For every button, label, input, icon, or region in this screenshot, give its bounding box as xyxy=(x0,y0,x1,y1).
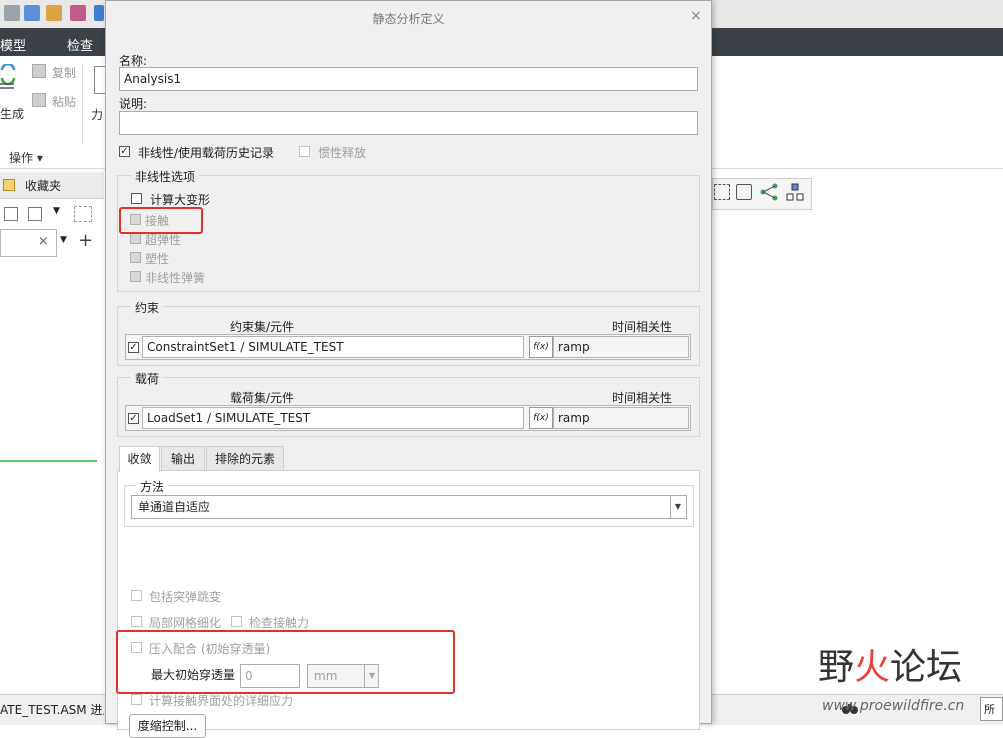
snap-through-checkbox[interactable] xyxy=(131,590,142,601)
inertia-relief-label: 惯性释放 xyxy=(318,146,367,160)
regenerate-large-icon[interactable] xyxy=(0,62,16,90)
nonlinear-spring-label: 非线性弹簧 xyxy=(145,271,206,285)
description-label: 说明: xyxy=(119,97,148,111)
description-input[interactable] xyxy=(119,111,698,135)
copy-icon[interactable] xyxy=(32,64,46,78)
forum-watermark: 野火论坛 xyxy=(818,647,963,688)
operations-group-label[interactable]: 操作 ▾ xyxy=(9,149,43,166)
save-icon[interactable] xyxy=(4,5,20,21)
snap-through-label: 包括突弹跳变 xyxy=(149,590,222,604)
press-fit-highlight-box xyxy=(116,630,455,694)
contact-highlight-box xyxy=(119,207,203,234)
local-mesh-checkbox[interactable] xyxy=(131,616,142,627)
check-contact-checkbox[interactable] xyxy=(231,616,242,627)
force-label[interactable]: 力 xyxy=(91,106,103,123)
constraint-checkbox[interactable]: ✓ xyxy=(128,342,139,353)
add-icon[interactable]: + xyxy=(78,230,93,251)
menu-inspect[interactable]: 检查 xyxy=(67,35,93,54)
model-tree-divider xyxy=(0,460,97,462)
inertia-relief-checkbox[interactable] xyxy=(299,146,310,157)
plasticity-label: 塑性 xyxy=(145,252,170,266)
favorites-tab-label: 收藏夹 xyxy=(25,179,62,193)
detailed-stress-label: 计算接触界面处的详细应力 xyxy=(149,694,294,708)
name-input[interactable]: Analysis1 xyxy=(119,67,698,91)
clear-search-icon[interactable]: × xyxy=(38,234,49,249)
filter-icon[interactable] xyxy=(74,206,92,222)
plasticity-checkbox[interactable] xyxy=(130,252,141,263)
display-style-icon[interactable] xyxy=(736,184,752,200)
loads-col-time: 时间相关性 xyxy=(612,391,673,405)
regenerate-icon[interactable] xyxy=(24,5,40,21)
loads-title: 载荷 xyxy=(131,370,164,387)
nonlinear-options-title: 非线性选项 xyxy=(131,168,200,185)
check-contact-label: 检查接触力 xyxy=(249,616,310,630)
constraints-title: 约束 xyxy=(131,299,164,316)
favorites-icon xyxy=(3,179,15,191)
function-icon[interactable]: f(x) xyxy=(529,407,553,429)
nonlinear-checkbox[interactable]: ✓ xyxy=(119,146,130,157)
dialog-title: 静态分析定义 xyxy=(372,12,445,26)
load-checkbox[interactable]: ✓ xyxy=(128,413,139,424)
edit-icon[interactable] xyxy=(70,5,86,21)
paste-icon[interactable] xyxy=(32,93,46,107)
ribbon-divider xyxy=(82,64,83,144)
nonlinear-label: 非线性/使用载荷历史记录 xyxy=(138,146,275,160)
constraints-col-set: 约束集/元件 xyxy=(230,320,295,334)
hyperelastic-checkbox[interactable] xyxy=(130,233,141,244)
detailed-stress-checkbox[interactable] xyxy=(131,694,142,705)
tab-output[interactable]: 输出 xyxy=(161,446,205,470)
chevron-down-icon[interactable]: ▼ xyxy=(670,496,685,518)
chevron-down-icon[interactable]: ▼ xyxy=(53,206,60,216)
status-message: ATE_TEST.ASM 进入 C xyxy=(0,703,104,717)
generate-label[interactable]: 生成 xyxy=(0,105,24,122)
method-dropdown[interactable]: 单通道自适应 xyxy=(131,495,687,519)
tree-settings-icon[interactable] xyxy=(28,207,42,221)
convergence-control-button[interactable]: 度缩控制... xyxy=(129,714,206,738)
copy-label: 复制 xyxy=(52,66,77,80)
assembly-icon[interactable] xyxy=(786,183,804,201)
tab-convergence[interactable]: 收敛 xyxy=(119,446,160,472)
close-icon[interactable]: × xyxy=(690,8,702,24)
function-icon[interactable]: f(x) xyxy=(529,336,553,358)
connection-icon[interactable] xyxy=(760,183,778,201)
loads-col-set: 载荷集/元件 xyxy=(230,391,295,405)
constraints-col-time: 时间相关性 xyxy=(612,320,673,334)
nonlinear-spring-checkbox[interactable] xyxy=(130,271,141,282)
method-title: 方法 xyxy=(136,478,169,495)
constraint-set-cell[interactable]: ConstraintSet1 / SIMULATE_TEST xyxy=(142,336,524,358)
local-mesh-label: 局部网格细化 xyxy=(149,616,222,630)
load-set-cell[interactable]: LoadSet1 / SIMULATE_TEST xyxy=(142,407,524,429)
large-deformation-checkbox[interactable] xyxy=(131,193,142,204)
load-time-cell[interactable]: ramp xyxy=(553,407,689,429)
search-dropdown-icon[interactable]: ▼ xyxy=(60,235,67,245)
paste-label: 粘贴 xyxy=(52,95,77,109)
status-filter-select[interactable]: 所有 xyxy=(980,697,1003,721)
spin-center-icon[interactable] xyxy=(714,184,730,200)
menu-model[interactable]: 模型 xyxy=(0,35,26,54)
tab-excluded-elements[interactable]: 排除的元素 xyxy=(206,446,284,470)
close-window-icon[interactable] xyxy=(94,5,104,21)
window-icon[interactable] xyxy=(46,5,62,21)
large-deformation-label: 计算大变形 xyxy=(150,193,211,207)
show-icon[interactable] xyxy=(4,207,18,221)
watermark-url: www.proewildfire.cn xyxy=(822,698,965,714)
constraint-time-cell[interactable]: ramp xyxy=(553,336,689,358)
